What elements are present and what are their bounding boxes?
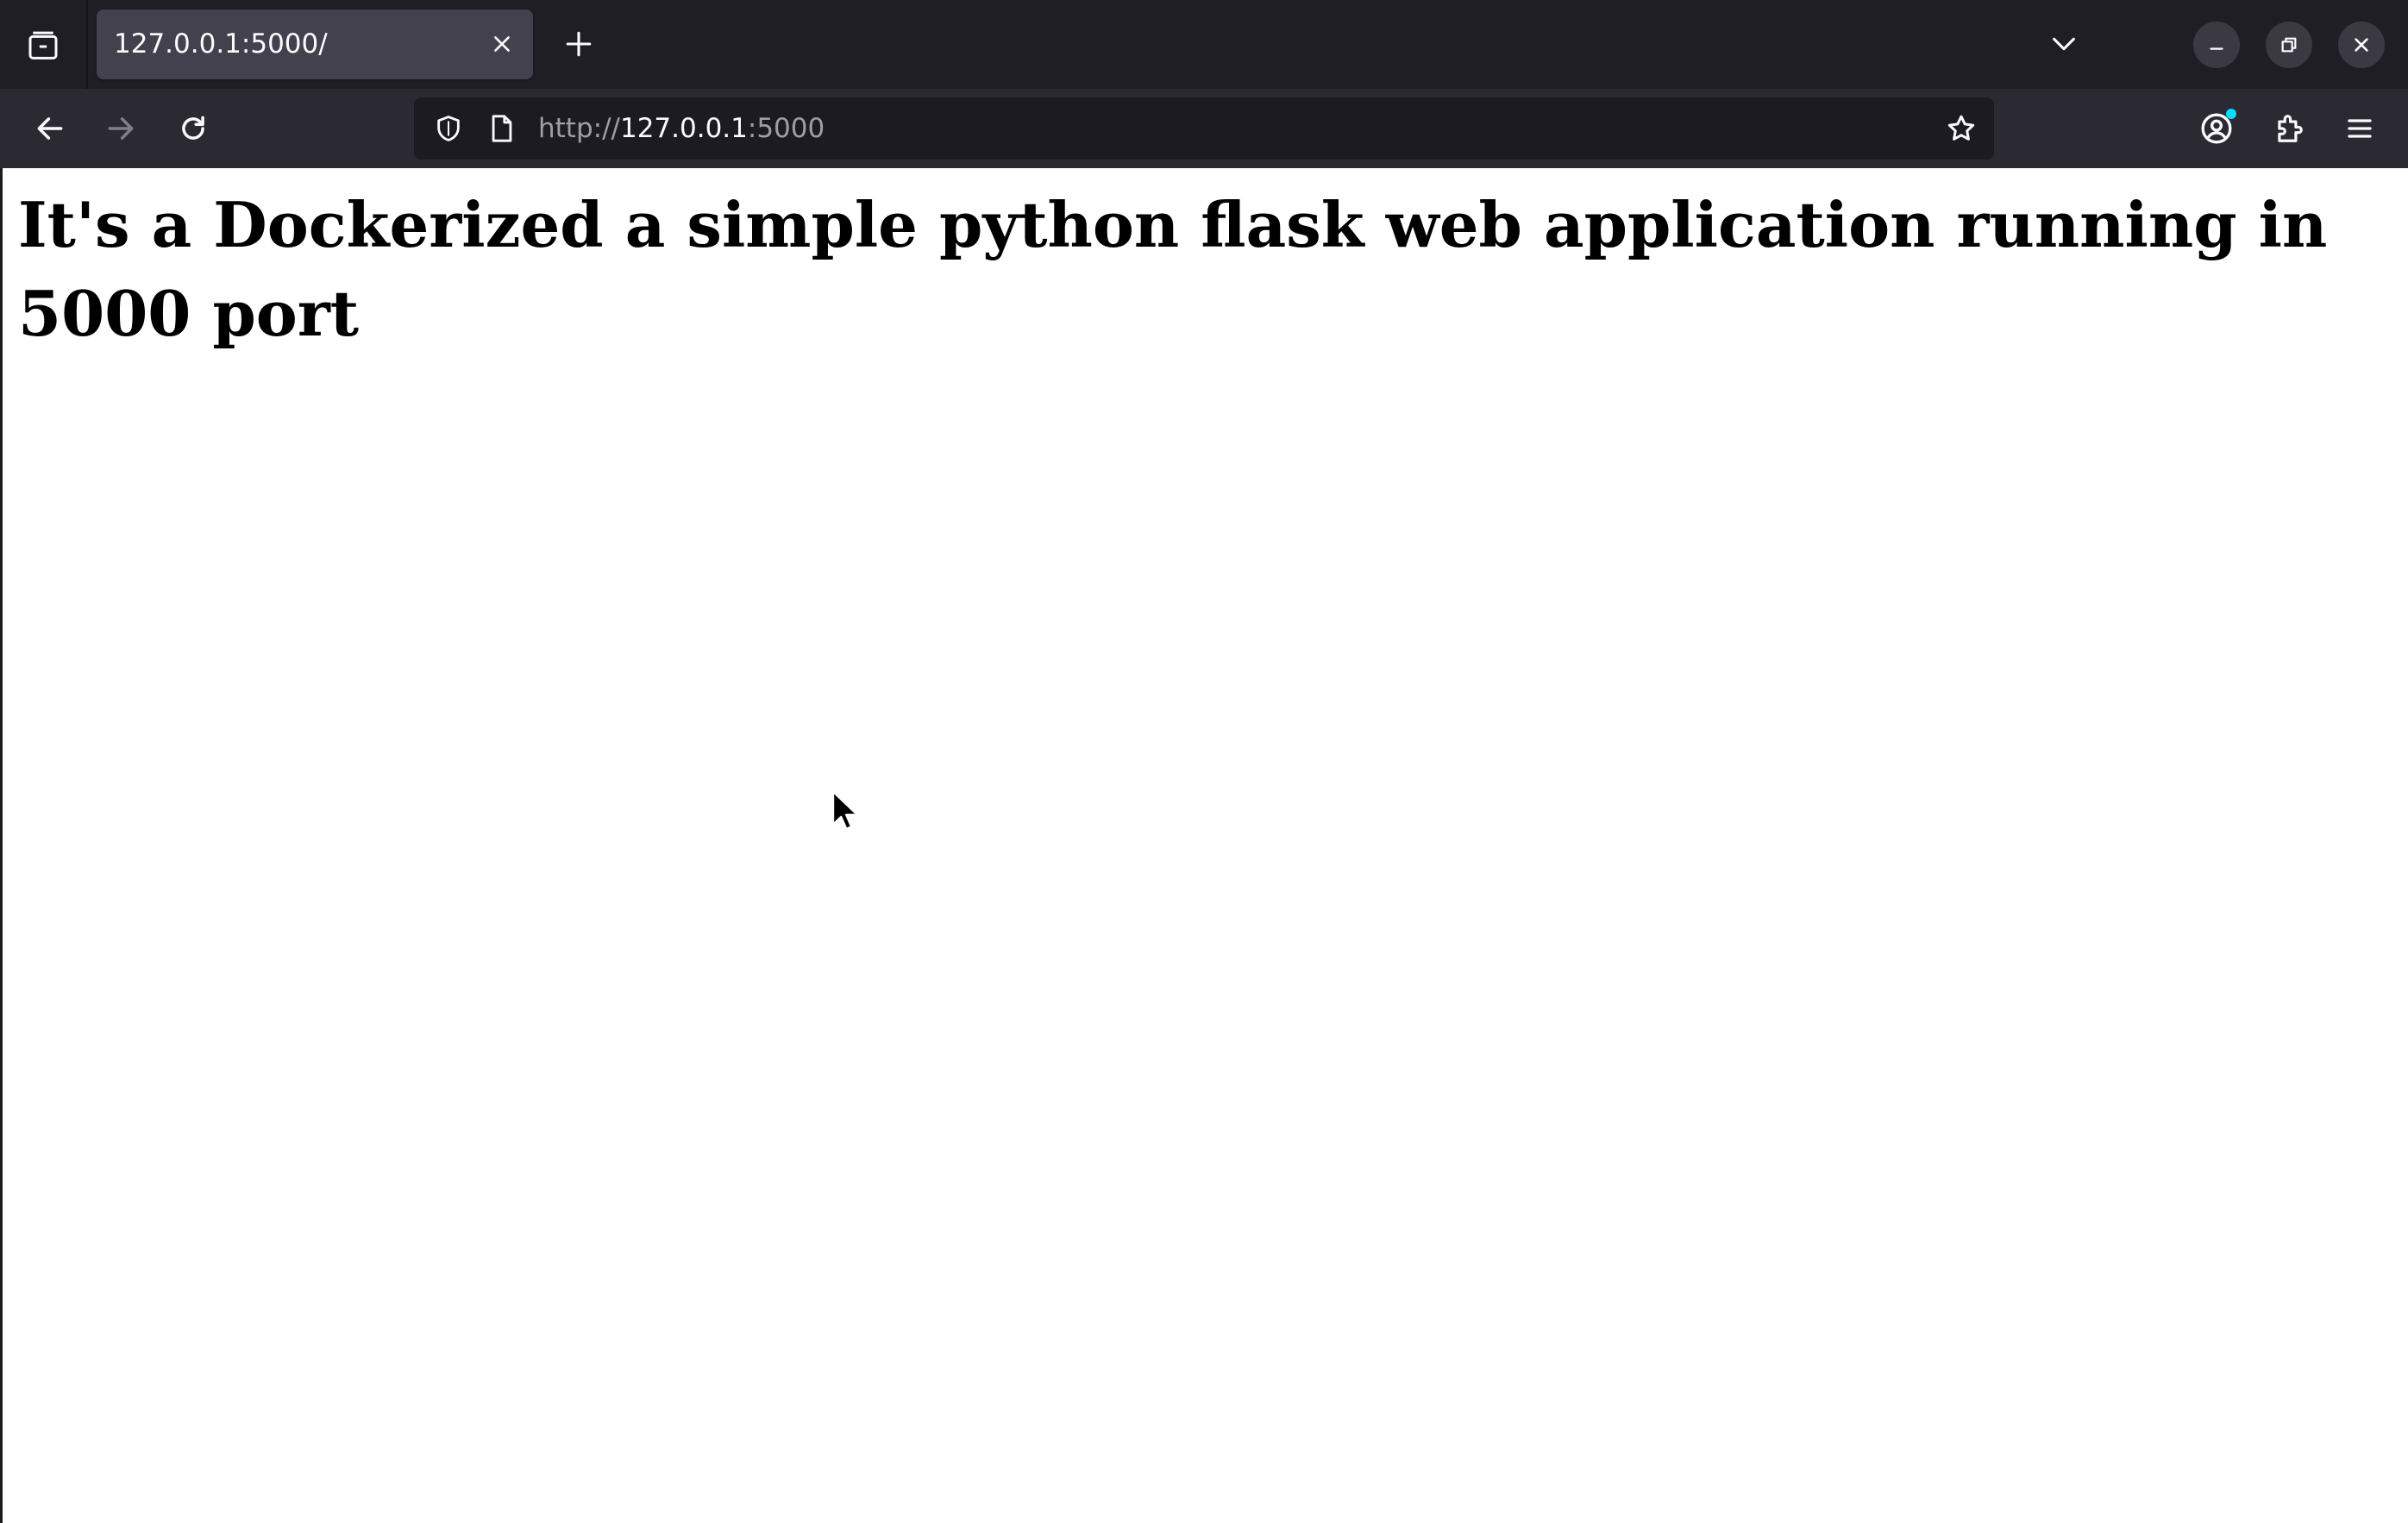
shield-icon — [437, 116, 460, 141]
tab-overview-icon — [28, 31, 58, 60]
page-icon — [492, 115, 512, 142]
page-heading: It's a Dockerized a simple python flask … — [18, 188, 2328, 350]
plus-icon — [566, 31, 592, 57]
tab-list-button[interactable] — [2039, 19, 2089, 69]
hamburger-icon — [2348, 119, 2372, 138]
extensions-button[interactable] — [2261, 101, 2317, 156]
tab-overview-button[interactable] — [16, 19, 71, 74]
tab-title: 127.0.0.1:5000/ — [114, 28, 328, 60]
tracking-protection-button[interactable] — [430, 110, 467, 147]
back-button[interactable] — [22, 101, 78, 156]
restore-button[interactable] — [2266, 22, 2312, 68]
url-host: 127.0.0.1 — [619, 113, 748, 144]
new-tab-button[interactable] — [554, 19, 604, 69]
address-bar[interactable]: http://127.0.0.1:5000 — [414, 97, 1994, 160]
reload-icon — [182, 116, 204, 140]
arrow-right-icon — [108, 117, 134, 140]
browser-window: 127.0.0.1:5000/ http://127.0.0.1:5000 It… — [0, 0, 2408, 1523]
tab-close-button[interactable] — [483, 25, 521, 63]
arrow-left-icon — [37, 117, 63, 140]
url-scheme: http:// — [538, 113, 620, 144]
tab-strip: 127.0.0.1:5000/ — [0, 0, 2408, 89]
page-info-button[interactable] — [485, 110, 519, 147]
account-notification-badge — [2226, 109, 2236, 119]
chevron-down-icon — [2053, 37, 2075, 51]
url-port: :5000 — [747, 113, 825, 144]
app-menu-button[interactable] — [2332, 101, 2387, 156]
close-icon — [494, 36, 510, 52]
restore-icon — [2281, 37, 2297, 53]
forward-button[interactable] — [93, 101, 148, 156]
close-window-button[interactable] — [2338, 22, 2385, 68]
tabstrip-separator — [86, 0, 88, 89]
close-icon — [2355, 38, 2368, 52]
minimize-button[interactable] — [2193, 22, 2240, 68]
account-button[interactable] — [2189, 101, 2244, 156]
bookmark-button[interactable] — [1941, 108, 1982, 149]
reload-button[interactable] — [166, 101, 221, 156]
url-text[interactable]: http://127.0.0.1:5000 — [538, 97, 825, 160]
star-icon — [1947, 115, 1975, 141]
puzzle-icon — [2278, 115, 2303, 142]
tab-active[interactable]: 127.0.0.1:5000/ — [97, 9, 533, 79]
mouse-pointer-icon — [831, 790, 859, 830]
minimize-icon — [2210, 47, 2223, 50]
navigation-toolbar: http://127.0.0.1:5000 — [0, 89, 2408, 168]
page-viewport: It's a Dockerized a simple python flask … — [0, 168, 2408, 1523]
